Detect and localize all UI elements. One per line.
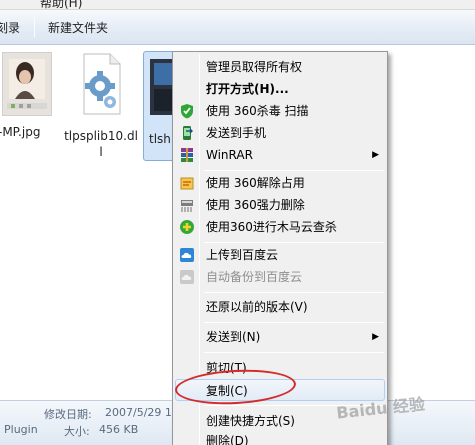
- menu-item-send-to-phone[interactable]: 发送到手机: [175, 122, 385, 144]
- dll-gear-file-icon: [78, 52, 124, 116]
- menu-item-label: 删除(D): [206, 434, 249, 445]
- shredder-icon: [181, 200, 193, 212]
- submenu-arrow-icon: ▶: [372, 332, 379, 342]
- size-value: 456 KB: [99, 423, 139, 436]
- 360-shield-icon: [181, 104, 193, 119]
- modified-label: 修改日期:: [44, 408, 92, 421]
- file-name: -MP.jpg: [0, 125, 41, 139]
- menu-separator: [204, 322, 384, 323]
- winrar-icon: [181, 148, 193, 162]
- menu-item-delete[interactable]: 删除(D): [175, 430, 385, 445]
- menu-item-take-ownership[interactable]: 管理员取得所有权: [175, 56, 385, 78]
- new-folder-button[interactable]: 新建文件夹: [48, 19, 108, 36]
- menu-item-upload-baidu[interactable]: 上传到百度云: [175, 244, 385, 266]
- menu-item-360-force-delete[interactable]: 使用 360强力删除: [175, 194, 385, 216]
- menu-item-label: 使用360进行木马云查杀: [206, 220, 337, 234]
- baidu-cloud-icon: [180, 248, 194, 262]
- type-value: Plugin: [4, 423, 38, 436]
- menu-item-360-unlock[interactable]: 使用 360解除占用: [175, 172, 385, 194]
- menu-item-label: 发送到手机: [206, 126, 267, 140]
- photo-image-icon: [3, 53, 51, 115]
- photo-thumbnail: [2, 52, 52, 116]
- menu-item-label: 使用 360强力删除: [206, 198, 305, 212]
- menu-item-label: 使用 360解除占用: [206, 176, 305, 190]
- size-label: 大小:: [64, 425, 90, 438]
- submenu-arrow-icon: ▶: [372, 150, 379, 160]
- unlock-icon: [180, 177, 194, 190]
- toolbar: 刻录 新建文件夹: [0, 10, 475, 45]
- file-name: tlpsplib10.dll: [64, 129, 138, 159]
- menu-item-label: WinRAR: [206, 148, 253, 162]
- menu-item-winrar[interactable]: WinRAR ▶: [175, 144, 385, 166]
- baidu-backup-icon: [180, 270, 194, 284]
- menu-item-label: 创建快捷方式(S): [206, 414, 295, 428]
- 360-plus-icon: [180, 220, 194, 234]
- file-item-dll[interactable]: tlpsplib10.dll: [64, 52, 138, 164]
- menu-separator: [204, 352, 384, 353]
- menu-item-label: 上传到百度云: [206, 248, 279, 262]
- menu-item-label: 打开方式(H)...: [206, 82, 289, 96]
- menu-bar: 帮助(H): [0, 0, 475, 10]
- menu-item-label: 使用 360杀毒 扫描: [206, 104, 309, 118]
- menu-item-label: 自动备份到百度云: [206, 270, 303, 284]
- burn-button[interactable]: 刻录: [0, 19, 20, 36]
- menu-item-360-scan[interactable]: 使用 360杀毒 扫描: [175, 100, 385, 122]
- menu-item-open-with[interactable]: 打开方式(H)...: [175, 78, 385, 100]
- modified-value: 2007/5/29 14:: [105, 406, 183, 419]
- menu-item-restore-versions[interactable]: 还原以前的版本(V): [175, 296, 385, 318]
- menu-separator: [204, 170, 384, 171]
- phone-send-icon: [183, 126, 193, 140]
- menu-item-label: 发送到(N): [206, 330, 261, 344]
- menu-item-auto-backup-baidu[interactable]: 自动备份到百度云: [175, 266, 385, 288]
- menu-item-send-to[interactable]: 发送到(N) ▶: [175, 326, 385, 348]
- menu-item-label: 还原以前的版本(V): [206, 300, 308, 314]
- menu-separator: [204, 292, 384, 293]
- menu-item-360-trojan-scan[interactable]: 使用360进行木马云查杀: [175, 216, 385, 238]
- menu-help[interactable]: 帮助(H): [40, 0, 82, 9]
- toolbar-separator: [34, 17, 35, 37]
- menu-separator: [204, 242, 384, 243]
- menu-item-label: 管理员取得所有权: [206, 60, 303, 74]
- file-item-jpg[interactable]: -MP.jpg: [0, 52, 56, 142]
